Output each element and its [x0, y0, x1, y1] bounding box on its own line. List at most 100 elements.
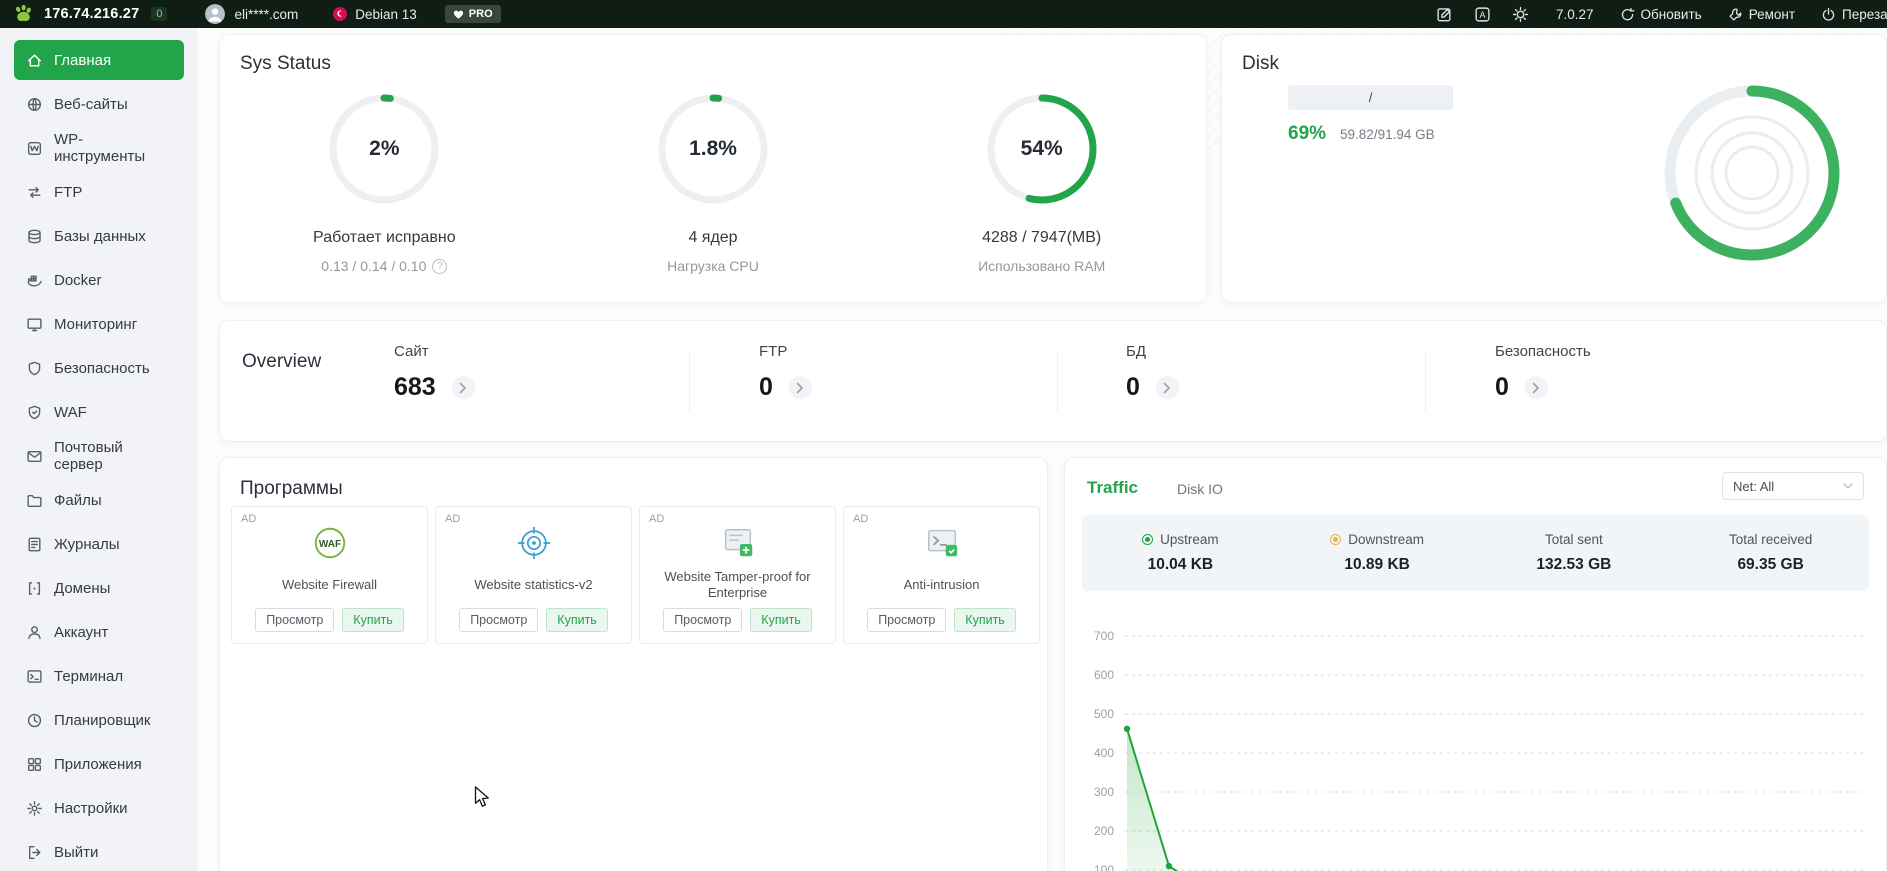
stat-value: 69.35 GB — [1737, 556, 1804, 573]
sidebar-item-monitoring[interactable]: Мониторинг — [14, 304, 184, 344]
overview-ftp-count[interactable]: 0 — [759, 373, 773, 402]
sidebar-item-mail-server[interactable]: Почтовый сервер — [14, 436, 184, 476]
pro-badge[interactable]: PRO — [444, 5, 501, 23]
program-buy-button[interactable]: Купить — [750, 608, 812, 632]
program-buy-button[interactable]: Купить — [954, 608, 1016, 632]
tab-traffic[interactable]: Traffic — [1087, 478, 1138, 498]
program-view-button[interactable]: Просмотр — [255, 608, 335, 632]
wp-tools-icon — [26, 140, 43, 157]
home-icon — [26, 52, 43, 69]
sidebar-item-label: Терминал — [54, 667, 124, 685]
theme-sun-icon[interactable] — [1512, 6, 1529, 23]
stat-upstream: Upstream 10.04 KB — [1082, 515, 1279, 591]
net-filter-select[interactable]: Net: All — [1722, 472, 1864, 500]
sidebar-item-label: Выйти — [54, 843, 99, 861]
app-screen: 176.74.216.27 0 eli****.com Debian 13 PR… — [0, 0, 1887, 871]
sidebar-item-label: Docker — [54, 271, 102, 289]
disk-mount-path[interactable]: / — [1288, 85, 1453, 110]
sidebar-item-scheduler[interactable]: Планировщик — [14, 700, 184, 740]
server-ip[interactable]: 176.74.216.27 — [44, 6, 139, 22]
sidebar-item-ftp[interactable]: FTP — [14, 172, 184, 212]
overview-security-count[interactable]: 0 — [1495, 373, 1509, 402]
overview-db-label: БД — [1126, 343, 1147, 360]
program-view-button[interactable]: Просмотр — [459, 608, 539, 632]
sidebar-item-logs[interactable]: Журналы — [14, 524, 184, 564]
sidebar-item-label: WP-инструменты — [54, 131, 146, 165]
anti-intrusion-icon — [844, 521, 1039, 565]
app-logo-icon[interactable] — [12, 3, 34, 25]
overview-security-more-button[interactable] — [1524, 376, 1548, 399]
stat-label: Total received — [1728, 532, 1813, 547]
username[interactable]: eli****.com — [234, 7, 298, 22]
user-icon — [26, 624, 43, 641]
load-status-text: Работает исправно — [313, 229, 456, 246]
sidebar-item-logout[interactable]: Выйти — [14, 832, 184, 871]
program-view-button[interactable]: Просмотр — [663, 608, 743, 632]
sidebar-item-wp-tools[interactable]: WP-инструменты — [14, 128, 184, 168]
sidebar-item-docker[interactable]: Docker — [14, 260, 184, 300]
sidebar-item-websites[interactable]: Веб-сайты — [14, 84, 184, 124]
apps-icon — [26, 756, 43, 773]
load-status-gauge: 2% Работает исправно 0.13 / 0.14 / 0.10 … — [220, 93, 549, 274]
stat-total-received: Total received 69.35 GB — [1672, 515, 1869, 591]
program-buy-button[interactable]: Купить — [546, 608, 608, 632]
tamper-proof-icon — [640, 521, 835, 565]
tab-disk-io[interactable]: Disk IO — [1177, 481, 1223, 497]
sidebar-item-settings[interactable]: Настройки — [14, 788, 184, 828]
domains-icon — [26, 580, 43, 597]
sidebar-item-label: Журналы — [54, 535, 120, 553]
overview-divider — [1057, 351, 1058, 413]
program-view-button[interactable]: Просмотр — [867, 608, 947, 632]
language-icon[interactable]: A — [1474, 6, 1491, 23]
program-name: Website statistics-v2 — [474, 576, 593, 592]
message-count-badge[interactable]: 0 — [151, 7, 168, 21]
user-avatar[interactable] — [205, 4, 226, 24]
statistics-target-icon — [436, 521, 631, 565]
overview-ftp-more-button[interactable] — [788, 376, 812, 399]
overview-db-more-button[interactable] — [1155, 376, 1179, 399]
repair-button[interactable]: Ремонт — [1728, 7, 1795, 22]
restart-button[interactable]: Перезапустить — [1821, 7, 1887, 22]
sidebar-item-label: WAF — [54, 403, 87, 421]
power-icon — [1822, 7, 1835, 21]
svg-text:WAF: WAF — [318, 539, 340, 550]
edit-note-icon[interactable] — [1436, 6, 1453, 23]
sidebar-item-label: Планировщик — [54, 711, 151, 729]
chevron-right-icon — [459, 382, 467, 393]
disk-card: Disk / 69% 59.82/91.94 GB — [1221, 34, 1887, 303]
sidebar-item-terminal[interactable]: Терминал — [14, 656, 184, 696]
overview-db: БД 0 — [1126, 343, 1179, 402]
disk-percent: 69% — [1288, 123, 1327, 144]
overview-sites-count[interactable]: 683 — [394, 373, 436, 402]
sidebar-item-domains[interactable]: Домены — [14, 568, 184, 608]
sidebar-item-apps[interactable]: Приложения — [14, 744, 184, 784]
disk-title: Disk — [1242, 53, 1279, 74]
panel-version[interactable]: 7.0.27 — [1556, 7, 1594, 22]
sidebar-item-files[interactable]: Файлы — [14, 480, 184, 520]
sidebar-item-databases[interactable]: Базы данных — [14, 216, 184, 256]
sidebar-item-security[interactable]: Безопасность — [14, 348, 184, 388]
refresh-button[interactable]: Обновить — [1620, 7, 1702, 22]
help-icon[interactable]: ? — [432, 258, 448, 274]
program-buy-button[interactable]: Купить — [342, 608, 404, 632]
traffic-chart: 700 600 500 400 300 200 100 — [1094, 629, 1865, 871]
overview-db-count[interactable]: 0 — [1126, 373, 1140, 402]
program-tile-website-statistics: AD Website statistics-v2 Просмотр Купить — [435, 506, 632, 644]
sidebar-item-label: FTP — [54, 183, 83, 201]
sidebar-item-waf[interactable]: WAF — [14, 392, 184, 432]
overview-divider — [1425, 351, 1426, 413]
sidebar-item-account[interactable]: Аккаунт — [14, 612, 184, 652]
sidebar: Главная Веб-сайты WP-инструменты FTP Баз… — [0, 28, 198, 871]
ram-usage-text: 4288 / 7947(MB) — [982, 229, 1102, 246]
docker-icon — [26, 272, 43, 289]
cpu-percent: 1.8% — [689, 137, 737, 160]
cpu-gauge: 1.8% 4 ядер Нагрузка CPU — [549, 93, 878, 274]
sys-status-card: Sys Status 2% Работает исправно 0.13 / 0… — [219, 34, 1207, 303]
downstream-dot-icon — [1330, 534, 1342, 545]
sidebar-item-label: Базы данных — [54, 227, 146, 245]
sidebar-item-label: Почтовый сервер — [54, 439, 123, 473]
sidebar-item-main[interactable]: Главная — [14, 40, 184, 80]
chevron-down-icon — [1843, 483, 1853, 489]
sidebar-item-label: Приложения — [54, 755, 142, 773]
overview-sites-more-button[interactable] — [451, 376, 475, 399]
